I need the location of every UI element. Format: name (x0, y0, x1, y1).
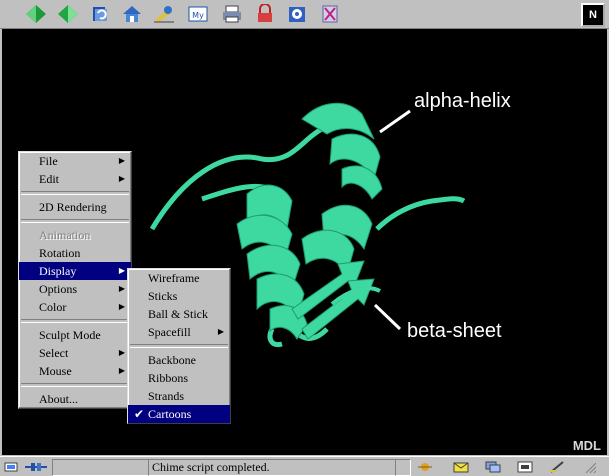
connection-icon (22, 459, 50, 474)
beta-sheet-label: beta-sheet (407, 320, 502, 342)
menu-separator (21, 219, 129, 223)
composer-icon[interactable] (516, 459, 534, 474)
menu-item-label: Mouse (39, 364, 72, 378)
reload-icon[interactable] (88, 3, 112, 25)
lock-status (395, 459, 411, 476)
context_menu-item-color[interactable]: Color ▶ (19, 298, 131, 316)
mail-icon[interactable] (452, 459, 470, 474)
display_submenu-item-strands[interactable]: Strands (128, 387, 230, 405)
alpha-helix-label: alpha-helix (414, 90, 511, 112)
context_menu-item-select[interactable]: Select ▶ (19, 344, 131, 362)
menu-item-label: Backbone (148, 353, 196, 367)
submenu-arrow-icon: ▶ (118, 366, 125, 375)
context_menu-item-options[interactable]: Options ▶ (19, 280, 131, 298)
menu-item-label: Animation (39, 228, 91, 242)
context_menu-item-edit[interactable]: Edit ▶ (19, 170, 131, 188)
menu-item-label: 2D Rendering (39, 200, 107, 214)
menu-item-label: About... (39, 392, 78, 406)
resize-grip-icon[interactable] (580, 459, 598, 474)
discussion-icon[interactable] (484, 459, 502, 474)
mdl-logo: MDL (572, 438, 601, 453)
my-netscape-icon[interactable]: My (186, 3, 210, 25)
home-icon[interactable] (120, 3, 144, 25)
submenu-arrow-icon: ▶ (118, 174, 125, 183)
navigator-icon[interactable] (416, 459, 434, 474)
forward-icon[interactable] (56, 3, 80, 25)
context_menu-item-sculpt-mode[interactable]: Sculpt Mode (19, 326, 131, 344)
search-icon[interactable] (152, 3, 176, 25)
menu-item-label: Color (39, 300, 67, 314)
submenu-arrow-icon: ▶ (217, 327, 224, 336)
menu-item-label: Strands (148, 389, 184, 403)
display_submenu-item-cartoons[interactable]: ✔ Cartoons (128, 405, 230, 423)
document-status-icon (2, 459, 20, 474)
display-submenu: Wireframe Sticks Ball & Stick Spacefill ▶ Bac… (127, 268, 231, 424)
display_submenu-item-ball-stick[interactable]: Ball & Stick (128, 305, 230, 323)
menu-item-label: Ball & Stick (148, 307, 208, 321)
menu-item-label: Options (39, 282, 78, 296)
status-bar: Chime script completed. (0, 456, 609, 476)
context_menu-item-animation: Animation (19, 226, 131, 244)
menu-separator (21, 383, 129, 387)
submenu-arrow-icon: ▶ (118, 302, 125, 311)
progress-bar (52, 459, 149, 476)
context_menu-item-mouse[interactable]: Mouse ▶ (19, 362, 131, 380)
menu-item-label: Display (39, 264, 77, 278)
context_menu-item-2d-rendering[interactable]: 2D Rendering (19, 198, 131, 216)
menu-item-label: Select (39, 346, 69, 360)
menu-item-label: Ribbons (148, 371, 189, 385)
back-icon[interactable] (24, 3, 48, 25)
status-message: Chime script completed. (148, 459, 396, 476)
submenu-arrow-icon: ▶ (118, 266, 125, 275)
checkmark-icon: ✔ (134, 407, 145, 421)
menu-item-label: Wireframe (148, 271, 200, 285)
menu-item-label: Spacefill (148, 325, 191, 339)
svg-text:My: My (192, 11, 204, 20)
submenu-arrow-icon: ▶ (118, 348, 125, 357)
menu-item-label: Sculpt Mode (39, 328, 101, 342)
submenu-arrow-icon: ▶ (118, 156, 125, 165)
navigation-toolbar: My N (0, 0, 609, 29)
display_submenu-item-sticks[interactable]: Sticks (128, 287, 230, 305)
menu-separator (21, 319, 129, 323)
shop-icon[interactable] (285, 3, 309, 25)
context_menu-item-file[interactable]: File ▶ (19, 152, 131, 170)
menu-separator (21, 191, 129, 195)
menu-item-label: File (39, 154, 58, 168)
print-icon[interactable] (220, 3, 244, 25)
security-icon[interactable] (253, 3, 277, 25)
netscape-logo: N (581, 3, 605, 27)
display_submenu-item-wireframe[interactable]: Wireframe (128, 269, 230, 287)
menu-item-label: Rotation (39, 246, 81, 260)
display_submenu-item-ribbons[interactable]: Ribbons (128, 369, 230, 387)
edit-page-icon[interactable] (548, 459, 566, 474)
display_submenu-item-backbone[interactable]: Backbone (128, 351, 230, 369)
display_submenu-item-spacefill[interactable]: Spacefill ▶ (128, 323, 230, 341)
context_menu-item-rotation[interactable]: Rotation (19, 244, 131, 262)
menu-item-label: Edit (39, 172, 59, 186)
menu-item-label: Sticks (148, 289, 178, 303)
chime-context-menu: File ▶ Edit ▶ 2D Rendering Animation Rotation D… (18, 151, 132, 409)
stop-icon[interactable] (318, 3, 342, 25)
submenu-arrow-icon: ▶ (118, 284, 125, 293)
context_menu-item-about[interactable]: About... (19, 390, 131, 408)
context_menu-item-display[interactable]: Display ▶ (19, 262, 131, 280)
menu-separator (130, 344, 228, 348)
menu-item-label: Cartoons (148, 407, 192, 421)
